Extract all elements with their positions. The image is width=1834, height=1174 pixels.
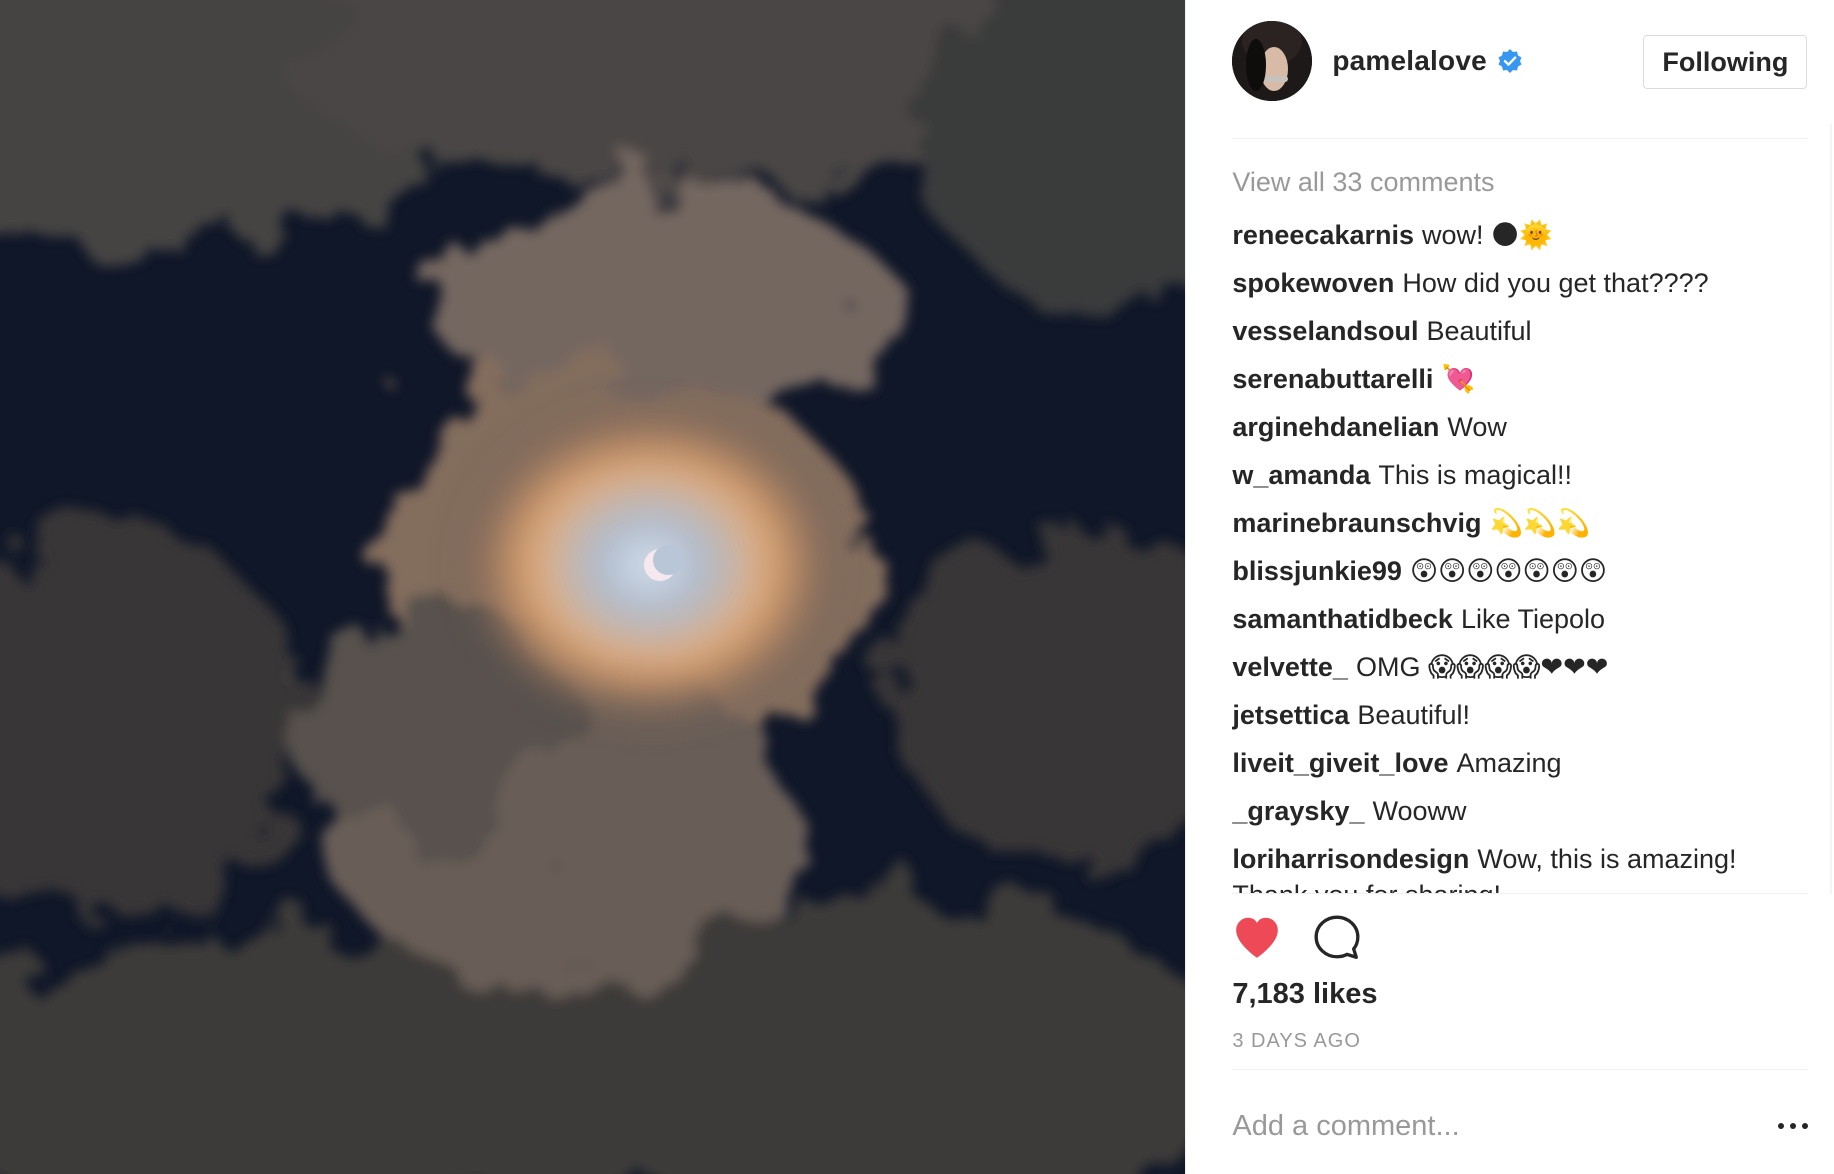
actions-divider	[1232, 1069, 1808, 1070]
likes-count[interactable]: 7,183 likes	[1232, 978, 1377, 1011]
comment-username[interactable]: velvette_	[1232, 652, 1348, 682]
author-username[interactable]: pamelalove	[1332, 45, 1487, 77]
comment-text: 😲😲😲😲😲😲😲	[1409, 556, 1607, 586]
comment: velvette_ OMG 😱😱😱😱❤❤❤	[1232, 643, 1812, 691]
comments-divider	[1232, 893, 1808, 894]
comment-username[interactable]: serenabuttarelli	[1232, 364, 1433, 394]
view-all-comments-link[interactable]: View all 33 comments	[1232, 165, 1812, 199]
more-dot	[1802, 1123, 1809, 1129]
comment: loriharrisondesign Wow, this is amazing! …	[1232, 841, 1812, 894]
eclipse-photo-image	[0, 0, 1186, 1174]
more-dot	[1790, 1123, 1797, 1129]
more-dot	[1778, 1123, 1785, 1129]
comment-text: OMG 😱😱😱😱❤❤❤	[1355, 652, 1609, 682]
speech-bubble-icon[interactable]	[1312, 913, 1362, 963]
comment-username[interactable]: marinebraunschvig	[1232, 508, 1481, 538]
comment-text: How did you get that????	[1402, 268, 1709, 298]
comment: vesselandsoul Beautiful	[1232, 307, 1812, 355]
avatar[interactable]	[1232, 21, 1313, 101]
comment: jetsettica Beautiful!	[1232, 691, 1812, 739]
comment-username[interactable]: arginehdanelian	[1232, 412, 1439, 442]
comment-text: 💫💫💫	[1489, 508, 1591, 538]
comment: blissjunkie99 😲😲😲😲😲😲😲	[1232, 547, 1812, 595]
add-comment-input[interactable]	[1232, 1106, 1723, 1146]
comment: reneecakarnis wow! 🌑🌞	[1232, 211, 1812, 259]
post-details-panel: pamelalove Following View all 33 comment…	[1185, 0, 1834, 1174]
comment-username[interactable]: loriharrisondesign	[1232, 844, 1469, 874]
comment-username[interactable]: reneecakarnis	[1232, 220, 1414, 250]
comments-scrollbar[interactable]	[1830, 124, 1832, 894]
comment-username[interactable]: jetsettica	[1232, 700, 1349, 730]
comment-username[interactable]: w_amanda	[1232, 460, 1370, 490]
post-timestamp[interactable]: 3 DAYS AGO	[1232, 1030, 1361, 1053]
comment-text: Wow	[1447, 412, 1507, 442]
comment: _graysky_ Wooww	[1232, 787, 1812, 835]
comment-username[interactable]: samanthatidbeck	[1232, 604, 1453, 634]
following-button[interactable]: Following	[1643, 35, 1808, 89]
comment-text: Beautiful	[1426, 316, 1532, 346]
comment-username[interactable]: _graysky_	[1232, 796, 1364, 826]
post-photo[interactable]	[0, 0, 1186, 1174]
comment-text: wow! 🌑🌞	[1422, 220, 1553, 250]
comment: serenabuttarelli 💘	[1232, 355, 1812, 403]
post-actions	[1232, 913, 1392, 963]
comment: liveit_giveit_love Amazing	[1232, 739, 1812, 787]
comment: marinebraunschvig 💫💫💫	[1232, 499, 1812, 547]
header-divider	[1232, 138, 1808, 139]
instagram-post: pamelalove Following View all 33 comment…	[0, 0, 1834, 1174]
comment-username[interactable]: vesselandsoul	[1232, 316, 1418, 346]
comment-text: Like Tiepolo	[1460, 604, 1606, 634]
comment-text: Amazing	[1456, 748, 1562, 778]
comment-text: 💘	[1441, 364, 1476, 394]
comment-text: This is magical!!	[1378, 460, 1572, 490]
comment: samanthatidbeck Like Tiepolo	[1232, 595, 1812, 643]
verified-badge-icon	[1498, 49, 1522, 73]
avatar-image	[1232, 21, 1313, 101]
comments-list[interactable]: View all 33 comments reneecakarnis wow! 🌑…	[1232, 160, 1812, 894]
comment: spokewoven How did you get that????	[1232, 259, 1812, 307]
comment-text: Wooww	[1372, 796, 1467, 826]
comment-username[interactable]: spokewoven	[1232, 268, 1394, 298]
comment: w_amanda This is magical!!	[1232, 451, 1812, 499]
comment-username[interactable]: liveit_giveit_love	[1232, 748, 1448, 778]
heart-icon[interactable]	[1232, 913, 1282, 963]
more-options-icon[interactable]	[1778, 1114, 1809, 1138]
comment-text: Beautiful!	[1357, 700, 1470, 730]
comment: arginehdanelian Wow	[1232, 403, 1812, 451]
comment-username[interactable]: blissjunkie99	[1232, 556, 1402, 586]
post-header: pamelalove Following	[1232, 20, 1808, 102]
